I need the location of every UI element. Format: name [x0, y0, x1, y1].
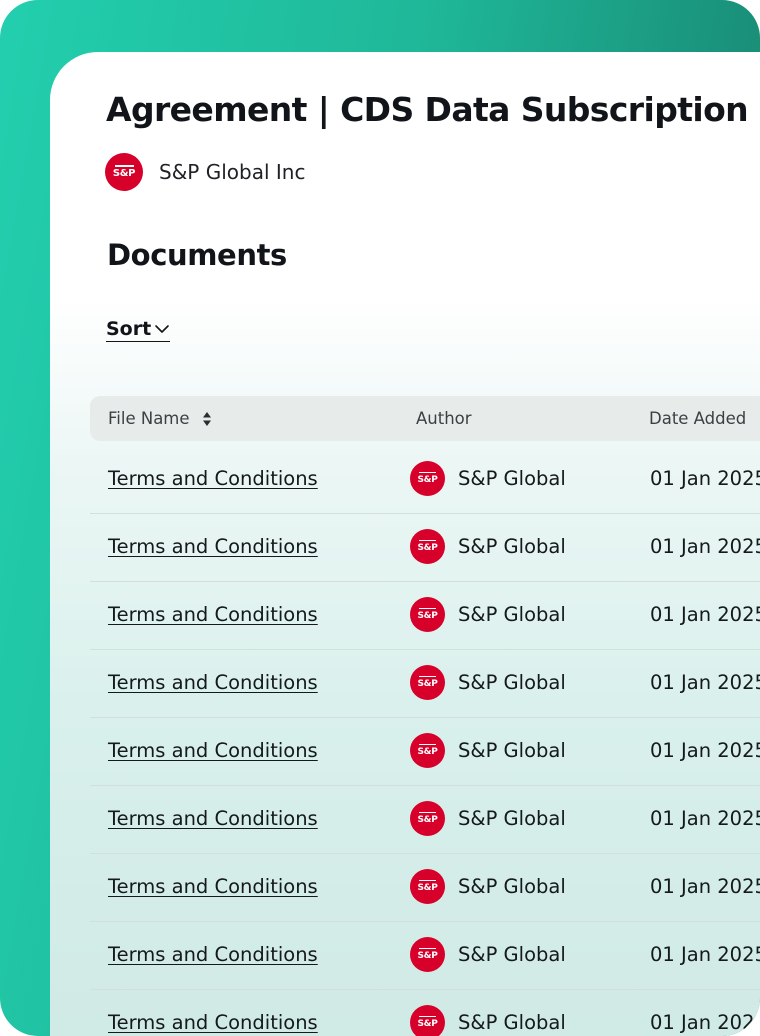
- company-info: S&P S&P Global Inc: [105, 153, 305, 191]
- logo-text: S&P: [417, 815, 438, 826]
- author-cell: S&P S&P Global: [410, 733, 566, 768]
- logo-text: S&P: [417, 543, 438, 554]
- logo-bar: [419, 607, 436, 610]
- author-name: S&P Global: [458, 739, 566, 762]
- date-added: 01 Jan 2025: [650, 535, 760, 558]
- logo-bar: [419, 947, 436, 950]
- table-row: Terms and Conditions S&P S&P Global 01 J…: [90, 989, 760, 1036]
- logo-text: S&P: [417, 883, 438, 894]
- sp-global-logo-icon: S&P: [410, 461, 445, 496]
- file-name-link[interactable]: Terms and Conditions: [108, 671, 318, 694]
- sp-global-logo-icon: S&P: [410, 665, 445, 700]
- sp-global-logo-icon: S&P: [410, 1005, 445, 1036]
- date-added: 01 Jan 2025: [650, 603, 760, 626]
- author-cell: S&P S&P Global: [410, 869, 566, 904]
- file-name-link[interactable]: Terms and Conditions: [108, 603, 318, 626]
- file-name-link[interactable]: Terms and Conditions: [108, 875, 318, 898]
- sp-global-logo-icon: S&P: [410, 937, 445, 972]
- date-added: 01 Jan 2025: [650, 467, 760, 490]
- author-cell: S&P S&P Global: [410, 461, 566, 496]
- table-row: Terms and Conditions S&P S&P Global 01 J…: [90, 581, 760, 650]
- file-name-link[interactable]: Terms and Conditions: [108, 943, 318, 966]
- column-header-file-name[interactable]: File Name: [108, 409, 212, 428]
- sort-arrows-icon[interactable]: [202, 411, 212, 427]
- logo-text: S&P: [417, 747, 438, 758]
- sp-global-logo-icon: S&P: [105, 153, 143, 191]
- documents-heading: Documents: [107, 238, 287, 272]
- sort-label: Sort: [106, 318, 152, 340]
- author-name: S&P Global: [458, 535, 566, 558]
- app-frame: Agreement | CDS Data Subscription S&P S&…: [0, 0, 760, 1036]
- author-name: S&P Global: [458, 875, 566, 898]
- column-header-file-name-label: File Name: [108, 409, 190, 428]
- table-row: Terms and Conditions S&P S&P Global 01 J…: [90, 513, 760, 582]
- file-name-link[interactable]: Terms and Conditions: [108, 807, 318, 830]
- agreement-panel: Agreement | CDS Data Subscription S&P S&…: [50, 52, 760, 1036]
- documents-table-header: File Name Author Date Added: [90, 396, 760, 441]
- author-cell: S&P S&P Global: [410, 1005, 566, 1036]
- sp-global-logo-icon: S&P: [410, 869, 445, 904]
- sp-global-logo-icon: S&P: [410, 801, 445, 836]
- table-row: Terms and Conditions S&P S&P Global 01 J…: [90, 445, 760, 514]
- author-cell: S&P S&P Global: [410, 801, 566, 836]
- author-name: S&P Global: [458, 671, 566, 694]
- sort-button[interactable]: Sort: [106, 318, 171, 342]
- date-added: 01 Jan 2025: [650, 1011, 760, 1034]
- author-name: S&P Global: [458, 467, 566, 490]
- table-row: Terms and Conditions S&P S&P Global 01 J…: [90, 785, 760, 854]
- logo-text: S&P: [112, 167, 136, 179]
- logo-text: S&P: [417, 475, 438, 486]
- logo-text: S&P: [417, 1019, 438, 1030]
- file-name-link[interactable]: Terms and Conditions: [108, 739, 318, 762]
- logo-bar: [419, 879, 436, 882]
- sp-global-logo-icon: S&P: [410, 529, 445, 564]
- table-row: Terms and Conditions S&P S&P Global 01 J…: [90, 717, 760, 786]
- logo-bar: [419, 539, 436, 542]
- author-cell: S&P S&P Global: [410, 597, 566, 632]
- author-cell: S&P S&P Global: [410, 937, 566, 972]
- author-cell: S&P S&P Global: [410, 529, 566, 564]
- column-header-author: Author: [416, 409, 472, 428]
- table-row: Terms and Conditions S&P S&P Global 01 J…: [90, 853, 760, 922]
- file-name-link[interactable]: Terms and Conditions: [108, 1011, 318, 1034]
- author-cell: S&P S&P Global: [410, 665, 566, 700]
- logo-bar: [114, 165, 134, 167]
- logo-text: S&P: [417, 951, 438, 962]
- company-name: S&P Global Inc: [159, 160, 306, 184]
- logo-text: S&P: [417, 611, 438, 622]
- author-name: S&P Global: [458, 807, 566, 830]
- date-added: 01 Jan 2025: [650, 671, 760, 694]
- page-title: Agreement | CDS Data Subscription: [106, 90, 749, 129]
- table-row: Terms and Conditions S&P S&P Global 01 J…: [90, 649, 760, 718]
- author-name: S&P Global: [458, 603, 566, 626]
- date-added: 01 Jan 2025: [650, 943, 760, 966]
- column-header-date-added: Date Added: [649, 409, 747, 428]
- table-row: Terms and Conditions S&P S&P Global 01 J…: [90, 921, 760, 990]
- logo-bar: [419, 743, 436, 746]
- chevron-down-icon: [155, 325, 170, 333]
- author-name: S&P Global: [458, 1011, 566, 1034]
- file-name-link[interactable]: Terms and Conditions: [108, 535, 318, 558]
- author-name: S&P Global: [458, 943, 566, 966]
- date-added: 01 Jan 2025: [650, 875, 760, 898]
- logo-bar: [419, 471, 436, 474]
- logo-bar: [419, 811, 436, 814]
- date-added: 01 Jan 2025: [650, 807, 760, 830]
- file-name-link[interactable]: Terms and Conditions: [108, 467, 318, 490]
- logo-bar: [419, 675, 436, 678]
- sp-global-logo-icon: S&P: [410, 597, 445, 632]
- logo-bar: [419, 1015, 436, 1018]
- date-added: 01 Jan 2025: [650, 739, 760, 762]
- sp-global-logo-icon: S&P: [410, 733, 445, 768]
- logo-text: S&P: [417, 679, 438, 690]
